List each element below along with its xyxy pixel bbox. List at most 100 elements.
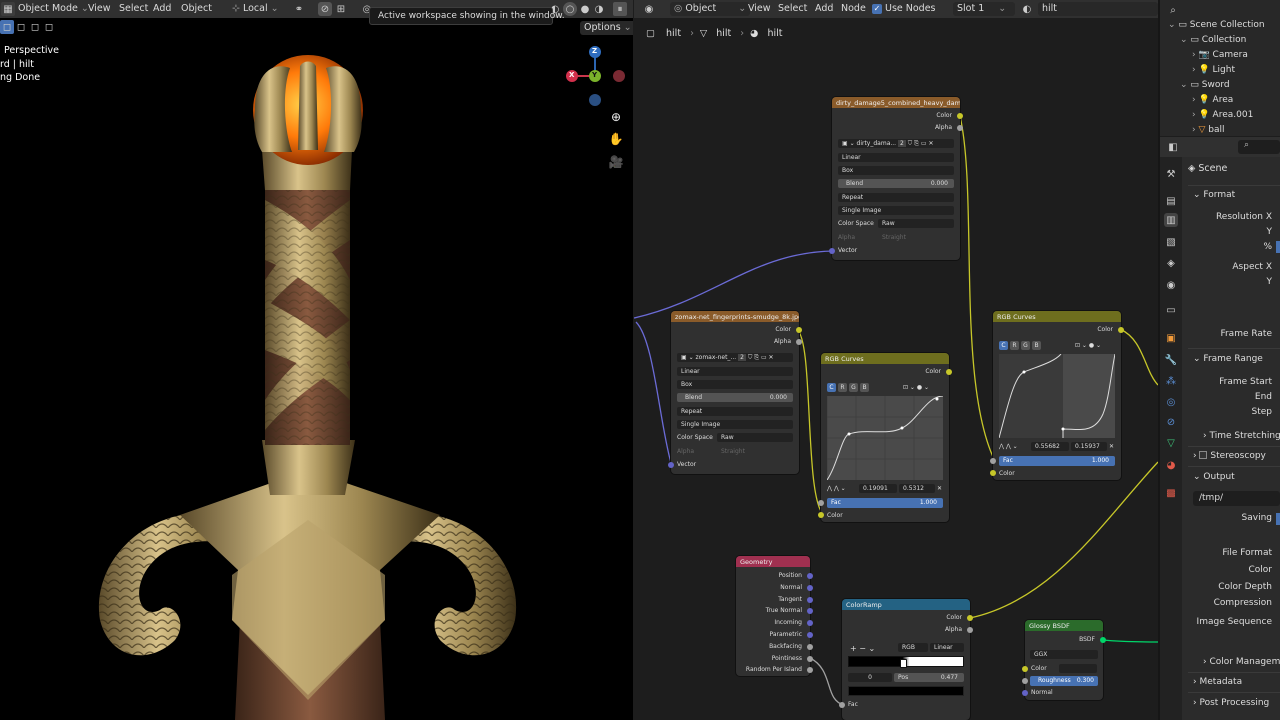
image-texture-node-dirty-damage[interactable]: dirty_damage5_combined_heavy_dam... Colo…	[829, 97, 963, 260]
material-tab-icon[interactable]: ◕	[1164, 458, 1178, 472]
output-panel-header[interactable]: ⌄ Output	[1193, 472, 1235, 482]
disclosure-icon[interactable]: ⌄	[1168, 20, 1178, 30]
metadata-panel[interactable]: › Metadata	[1193, 677, 1242, 687]
geometry-node[interactable]: Geometry Position Normal Tangent True Norma…	[736, 556, 813, 676]
curve-tools-icon[interactable]: ⊡ ⌄ ● ⌄	[903, 384, 929, 391]
outliner[interactable]: ⌕ ⌄ ▭ Scene Collection ⌄ ▭ Collection › 📷 …	[1160, 0, 1280, 136]
colorspace-select[interactable]: Raw	[717, 433, 793, 442]
outliner-item[interactable]: › ▽ ball	[1192, 125, 1225, 135]
interpolation-select[interactable]: Linear	[677, 367, 793, 376]
curve-tab-g[interactable]: G	[1021, 341, 1030, 350]
ramp-interp-select[interactable]: Linear	[930, 643, 964, 652]
time-stretching-panel[interactable]: › Time Stretching	[1203, 431, 1280, 441]
stop-index-field[interactable]: 0	[848, 673, 892, 682]
color-swatch[interactable]	[1059, 664, 1097, 673]
ramp-stop-handle[interactable]	[900, 659, 907, 668]
socket-color-out[interactable]	[957, 113, 963, 119]
color-mode-select[interactable]: RGB	[898, 643, 928, 652]
constraints-tab-icon[interactable]: ⊘	[1164, 415, 1178, 429]
curve-handle-icons[interactable]: ⋀ ⋀ ⌄	[999, 443, 1018, 450]
format-panel-header[interactable]: ⌄ Format	[1193, 190, 1235, 200]
curve-graph[interactable]	[999, 354, 1115, 438]
post-processing-panel[interactable]: › Post Processing	[1193, 698, 1269, 708]
socket-color-in[interactable]	[1022, 666, 1028, 672]
geometry-output-socket[interactable]	[807, 573, 813, 579]
modifier-tab-icon[interactable]: 🔧	[1164, 353, 1178, 367]
collection-tab-icon[interactable]: ▭	[1164, 303, 1178, 317]
stop-color-swatch[interactable]	[848, 686, 964, 696]
resolution-percent-slider[interactable]	[1276, 241, 1280, 253]
fac-slider[interactable]: Fac 1.000	[999, 456, 1115, 466]
socket-color-out[interactable]	[796, 327, 802, 333]
socket-alpha-out[interactable]	[967, 627, 973, 633]
node-header[interactable]: ColorRamp	[842, 599, 970, 610]
rgb-curves-node-1[interactable]: RGB Curves Color C R G B ⊡ ⌄ ● ⌄ ⋀ ⋀ ⌄ 0…	[818, 353, 952, 522]
curve-tab-b[interactable]: B	[860, 383, 869, 392]
output-tab-icon[interactable]: ▥	[1164, 213, 1178, 227]
outliner-item[interactable]: › 💡 Area.001	[1192, 110, 1253, 120]
image-field[interactable]: ▣ ⌄ zomax-net_... 2 ⛉ ⎘ ▭ ✕	[677, 353, 793, 362]
view-layer-tab-icon[interactable]: ▧	[1164, 235, 1178, 249]
editor-type-icon[interactable]: ◧	[1166, 140, 1180, 154]
properties-editor[interactable]: ◧ ⌕ ⚒ ▤ ▥ ▧ ◈ ◉ ▭ ▣ 🔧 ⁂ ◎ ⊘ ▽ ◕ ▩ ◈ Scen…	[1160, 137, 1280, 720]
image-buttons-icon[interactable]: ⛉ ⎘ ▭ ✕	[748, 354, 774, 361]
outliner-filter-icon[interactable]: ⌕	[1166, 3, 1180, 17]
glossy-bsdf-node[interactable]: Glossy BSDF BSDF GGX Color Roughness 0.30…	[1022, 620, 1106, 700]
socket-color-in[interactable]	[990, 470, 996, 476]
delete-point-icon[interactable]: ✕	[937, 485, 942, 492]
render-tab-icon[interactable]: ▤	[1164, 194, 1178, 208]
interpolation-select[interactable]: Linear	[838, 153, 954, 162]
geometry-output-socket[interactable]	[807, 632, 813, 638]
object-tab-icon[interactable]: ▣	[1164, 331, 1178, 345]
world-tab-icon[interactable]: ◉	[1164, 278, 1178, 292]
socket-vector-in[interactable]	[668, 462, 674, 468]
physics-tab-icon[interactable]: ◎	[1164, 395, 1178, 409]
curve-tools-icon[interactable]: ⊡ ⌄ ● ⌄	[1075, 342, 1101, 349]
socket-color-out[interactable]	[1118, 327, 1124, 333]
socket-alpha-out[interactable]	[957, 125, 963, 131]
disclosure-icon[interactable]: ⌄	[1180, 35, 1190, 45]
color-management-panel[interactable]: › Color Manageme...	[1203, 657, 1280, 667]
stereoscopy-panel[interactable]: › Stereoscopy	[1193, 451, 1266, 461]
stereoscopy-checkbox[interactable]	[1199, 451, 1208, 459]
outliner-item[interactable]: › 💡 Light	[1192, 65, 1235, 75]
blend-slider[interactable]: Blend 0.000	[677, 393, 793, 402]
curve-tab-c[interactable]: C	[999, 341, 1008, 350]
delete-point-icon[interactable]: ✕	[1109, 443, 1114, 450]
blend-slider[interactable]: Blend 0.000	[838, 179, 954, 188]
particles-tab-icon[interactable]: ⁂	[1164, 374, 1178, 388]
output-path-field[interactable]: /tmp/	[1193, 491, 1280, 506]
disclosure-icon[interactable]: ⌄	[1180, 80, 1190, 90]
image-field[interactable]: ▣ ⌄ dirty_dama... 2 ⛉ ⎘ ▭ ✕	[838, 139, 954, 148]
outliner-item[interactable]: › 📷 Camera	[1192, 50, 1248, 60]
curve-tab-b[interactable]: B	[1032, 341, 1041, 350]
image-texture-node-fingerprints[interactable]: zomax-net_fingerprints-smudge_8k.jpg Col…	[668, 311, 802, 474]
outliner-item[interactable]: ⌄ ▭ Collection	[1180, 35, 1246, 45]
curve-tab-r[interactable]: R	[1010, 341, 1019, 350]
socket-alpha-out[interactable]	[796, 339, 802, 345]
socket-color-in[interactable]	[818, 512, 824, 518]
shader-node-editor[interactable]: ◉ ◎ Object ⌄ View Select Add Node ✓ Use N…	[634, 0, 1158, 720]
image-buttons-icon[interactable]: ⛉ ⎘ ▭ ✕	[908, 140, 934, 147]
outliner-item[interactable]: › 💡 Area	[1192, 95, 1233, 105]
saving-checkbox[interactable]	[1276, 513, 1280, 525]
projection-select[interactable]: Box	[838, 166, 954, 175]
socket-vector-in[interactable]	[829, 248, 835, 254]
ramp-add-remove-icons[interactable]: + − ⌄	[850, 644, 875, 653]
fac-slider[interactable]: Fac 1.000	[827, 498, 943, 508]
scene-tab-icon[interactable]: ◈	[1164, 256, 1178, 270]
node-header[interactable]: zomax-net_fingerprints-smudge_8k.jpg	[671, 311, 799, 322]
data-tab-icon[interactable]: ▽	[1164, 436, 1178, 450]
extension-select[interactable]: Repeat	[677, 407, 793, 416]
geometry-output-socket[interactable]	[807, 596, 813, 603]
point-x-field[interactable]: 0.19091	[859, 484, 897, 493]
node-header[interactable]: Geometry	[736, 556, 810, 567]
outliner-item[interactable]: ⌄ ▭ Sword	[1180, 80, 1230, 90]
stop-pos-slider[interactable]: Pos 0.477	[894, 673, 964, 682]
node-header[interactable]: RGB Curves	[993, 311, 1121, 322]
node-header[interactable]: Glossy BSDF	[1025, 620, 1103, 631]
rgb-curves-node-2[interactable]: RGB Curves Color C R G B ⊡ ⌄ ● ⌄ ⋀ ⋀ ⌄ 0…	[990, 311, 1124, 480]
socket-color-out[interactable]	[967, 615, 973, 621]
colorspace-select[interactable]: Raw	[878, 219, 954, 228]
source-select[interactable]: Single Image	[838, 206, 954, 215]
